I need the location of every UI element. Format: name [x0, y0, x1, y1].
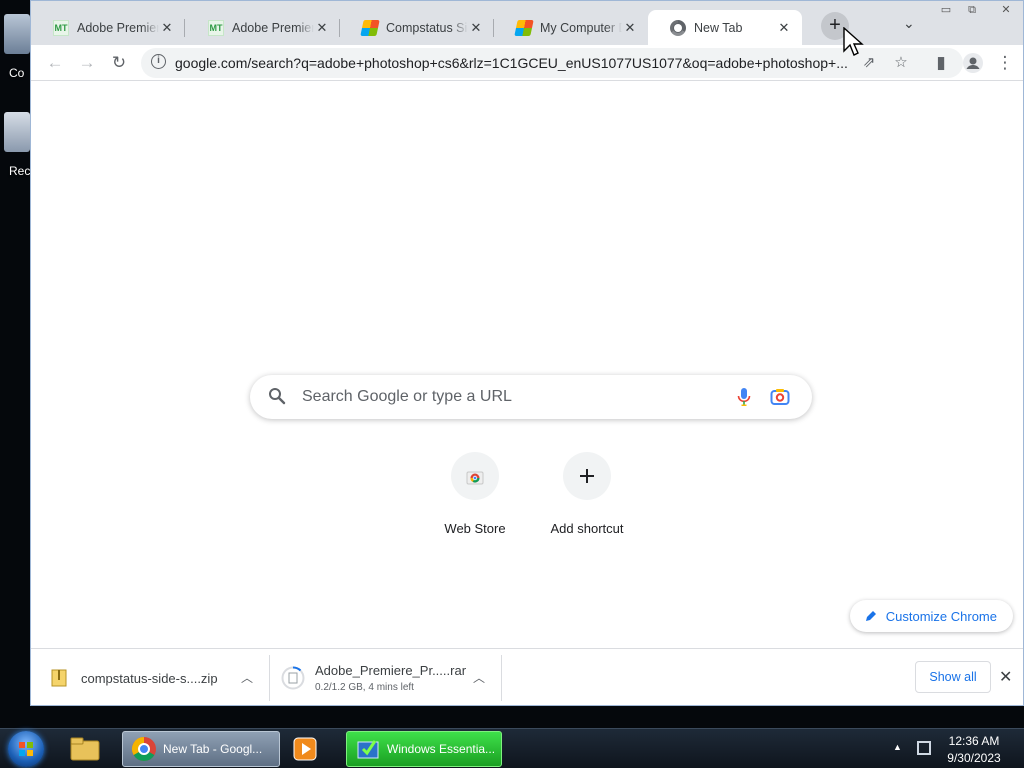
info-icon[interactable]: i: [151, 54, 166, 69]
tab-strip: MT Adobe Premiere ✕ MT Adobe Premiere ✕ …: [31, 1, 1023, 45]
taskbar-windows-essentials-button[interactable]: Windows Essentia...: [346, 731, 502, 767]
shortcut-web-store[interactable]: Web Store: [419, 452, 531, 536]
pencil-icon: [865, 611, 876, 621]
browser-toolbar: ← → ↻ i google.com/search?q=adobe+photos…: [31, 45, 1023, 81]
taskbar: New Tab - Googl... Windows Essentia... ▲…: [0, 728, 1024, 768]
download-filename: Adobe_Premiere_Pr.....rar: [315, 663, 467, 678]
back-arrow-icon[interactable]: ←: [43, 51, 67, 75]
divider: [501, 655, 502, 701]
bookmark-star-icon[interactable]: ☆: [889, 51, 913, 75]
start-button[interactable]: [8, 731, 44, 767]
network-icon[interactable]: [917, 741, 931, 755]
tab-new-tab[interactable]: New Tab ✕: [648, 10, 802, 45]
tray-expand-icon[interactable]: ▲: [893, 742, 902, 752]
file-explorer-button[interactable]: [70, 731, 110, 767]
close-icon[interactable]: ✕: [622, 20, 638, 36]
download-item[interactable]: Adobe_Premiere_Pr.....rar 0.2/1.2 GB, 4 …: [281, 655, 501, 701]
close-icon[interactable]: ✕: [776, 20, 792, 36]
search-placeholder[interactable]: Search Google or type a URL: [302, 388, 512, 406]
shortcut-label: Add shortcut: [550, 521, 624, 536]
clock-time[interactable]: 12:36 AM: [945, 734, 1003, 748]
tab-compstatus-side[interactable]: Compstatus Side ✕: [340, 10, 494, 45]
download-shelf: compstatus-side-s....zip ︿ Adobe_Premier…: [31, 648, 1023, 705]
folder-icon: [70, 737, 100, 761]
download-progress-icon: [281, 666, 305, 690]
tab-my-computer[interactable]: My Computer Da ✕: [494, 10, 648, 45]
clock-date[interactable]: 9/30/2023: [945, 751, 1003, 765]
web-store-icon: [451, 452, 499, 500]
plus-icon: [563, 452, 611, 500]
customize-label: Customize Chrome: [885, 608, 997, 624]
close-icon[interactable]: ✕: [999, 667, 1012, 687]
chrome-icon: [670, 19, 686, 36]
download-filename: compstatus-side-s....zip: [81, 670, 218, 686]
taskbar-button-label: Windows Essentia...: [387, 742, 496, 756]
search-box[interactable]: Search Google or type a URL: [250, 375, 812, 419]
windows-logo-icon: [19, 742, 33, 756]
microphone-icon[interactable]: [736, 387, 752, 407]
windows-flag-icon: [514, 19, 534, 36]
tab-title: Adobe Premiere: [232, 20, 314, 35]
download-status: 0.2/1.2 GB, 4 mins left: [315, 682, 414, 693]
mt-icon: MT: [208, 19, 224, 36]
browser-window: MT Adobe Premiere ✕ MT Adobe Premiere ✕ …: [30, 0, 1024, 706]
minimize-icon[interactable]: ▭: [935, 3, 957, 17]
computer-icon: [4, 14, 30, 54]
windows-flag-icon: [360, 19, 380, 36]
recycle-bin-icon: [4, 112, 30, 152]
chevron-up-icon[interactable]: ︿: [473, 669, 485, 686]
close-icon[interactable]: ✕: [314, 20, 330, 36]
tab-title: Compstatus Side: [386, 20, 468, 35]
forward-arrow-icon[interactable]: →: [75, 51, 99, 75]
maximize-icon[interactable]: ⧉: [961, 3, 983, 17]
shortcut-add[interactable]: Add shortcut: [531, 452, 643, 536]
mouse-cursor-icon: [843, 27, 864, 56]
side-panel-icon[interactable]: ▮: [929, 51, 953, 75]
tab-title: New Tab: [694, 20, 743, 35]
divider: [269, 655, 270, 701]
chevron-up-icon[interactable]: ︿: [241, 669, 253, 686]
chevron-down-icon[interactable]: ⌄: [903, 15, 915, 32]
desktop-icon-label: Rec: [9, 164, 31, 178]
chrome-icon: [131, 737, 156, 762]
shortcut-label: Web Store: [444, 521, 506, 536]
customize-chrome-button[interactable]: Customize Chrome: [849, 600, 1013, 632]
close-icon[interactable]: ✕: [159, 20, 175, 36]
search-icon: [268, 387, 288, 407]
media-player-icon: [293, 737, 317, 761]
taskbar-button-label: New Tab - Googl...: [163, 742, 263, 756]
url-text[interactable]: google.com/search?q=adobe+photoshop+cs6&…: [175, 55, 855, 71]
tab-title: Adobe Premiere: [77, 20, 159, 35]
close-icon[interactable]: ✕: [468, 20, 484, 36]
windows-essentials-icon: [357, 740, 379, 759]
lens-camera-icon[interactable]: [770, 388, 790, 406]
desktop-icon-label: Co: [9, 66, 25, 80]
tab-separator: [184, 19, 185, 37]
zip-file-icon: [51, 669, 67, 687]
mt-icon: MT: [53, 19, 69, 36]
more-menu-icon[interactable]: ⋮: [993, 51, 1017, 75]
new-tab-page: Search Google or type a URL Web Store Ad…: [31, 82, 1023, 648]
desktop-icon-computer[interactable]: Co: [0, 14, 30, 80]
tab-title: My Computer Da: [540, 20, 622, 35]
download-item[interactable]: compstatus-side-s....zip ︿: [51, 655, 269, 701]
tab-adobe-premiere-2[interactable]: MT Adobe Premiere ✕: [186, 10, 340, 45]
address-bar[interactable]: i google.com/search?q=adobe+photoshop+cs…: [141, 48, 963, 78]
tab-adobe-premiere-1[interactable]: MT Adobe Premiere ✕: [31, 10, 185, 45]
media-player-button[interactable]: [292, 731, 332, 767]
taskbar-chrome-button[interactable]: New Tab - Googl...: [122, 731, 280, 767]
profile-avatar-icon[interactable]: [961, 51, 985, 75]
show-all-button[interactable]: Show all: [915, 661, 991, 693]
reload-icon[interactable]: ↻: [107, 51, 131, 75]
close-window-icon[interactable]: ✕: [995, 3, 1017, 17]
desktop-icon-recycle-bin[interactable]: Rec: [0, 112, 30, 178]
